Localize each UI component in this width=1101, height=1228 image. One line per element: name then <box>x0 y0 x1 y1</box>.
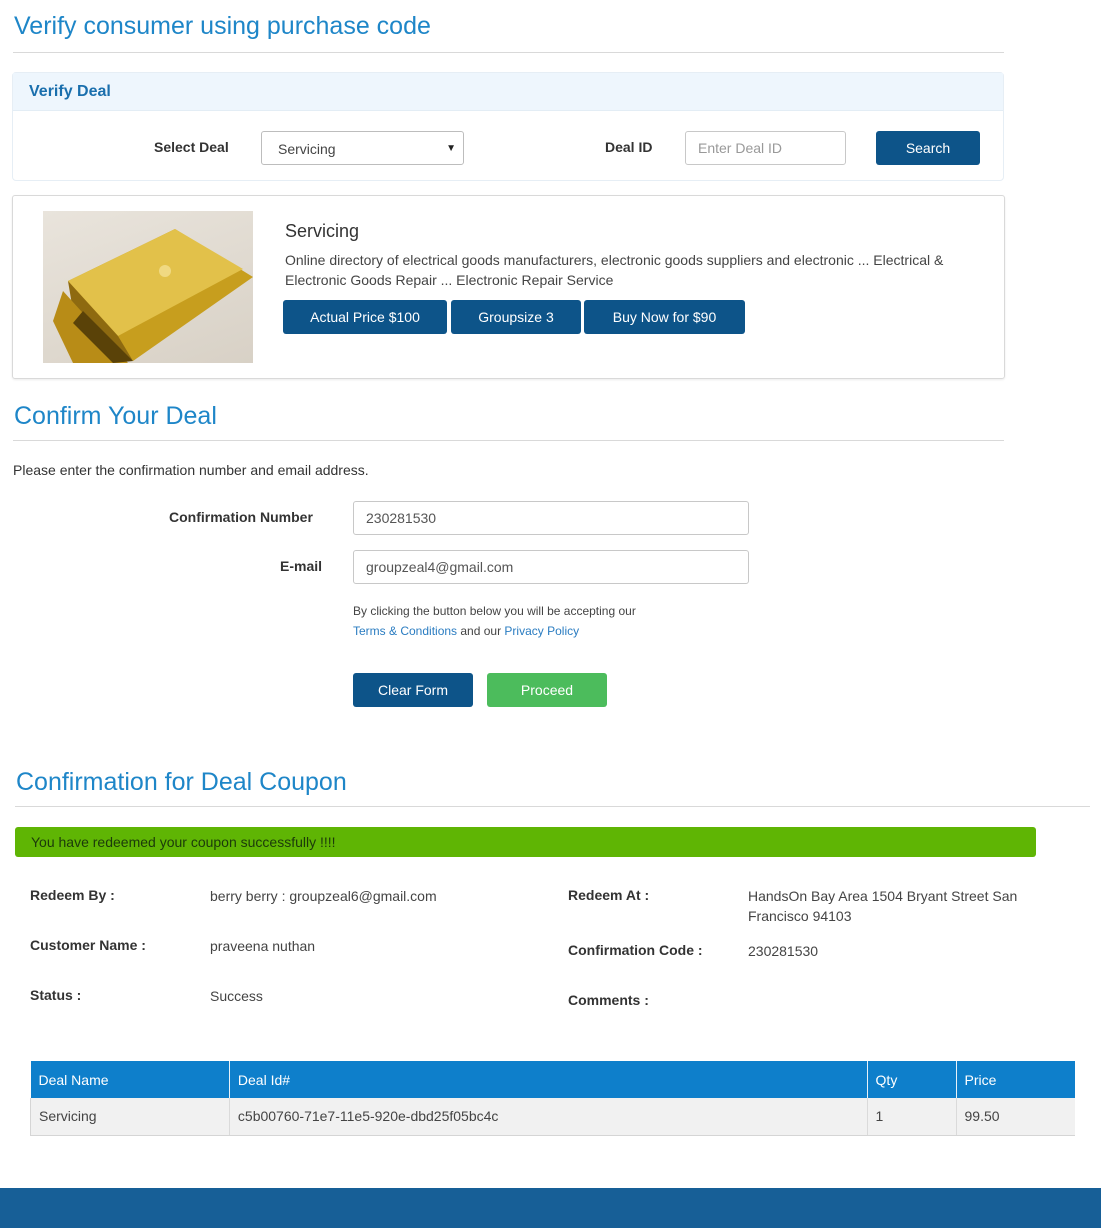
table-header-row: Deal Name Deal Id# Qty Price <box>30 1061 1075 1098</box>
success-alert: You have redeemed your coupon successful… <box>15 827 1036 857</box>
customer-name-value: praveena nuthan <box>210 938 316 954</box>
actual-price-button[interactable]: Actual Price $100 <box>283 300 447 334</box>
confirm-title: Confirm Your Deal <box>14 402 217 430</box>
comments-label: Comments : <box>568 992 649 1008</box>
redeem-at-label: Redeem At : <box>568 887 650 903</box>
cell-deal-id: c5b00760-71e7-11e5-920e-dbd25f05bc4c <box>229 1098 868 1136</box>
deal-id-input[interactable] <box>685 131 846 165</box>
confirmation-number-label: Confirmation Number <box>169 509 313 525</box>
redeem-by-value: berry berry : groupzeal6@gmail.com <box>210 888 437 904</box>
page-title: Verify consumer using purchase code <box>14 12 431 40</box>
deal-id-label: Deal ID <box>605 139 653 155</box>
redeem-at-value: HandsOn Bay Area 1504 Bryant Street San … <box>748 888 1018 924</box>
col-qty: Qty <box>867 1061 957 1098</box>
col-deal-id: Deal Id# <box>229 1061 868 1098</box>
email-label: E-mail <box>280 558 323 574</box>
status-value: Success <box>210 988 263 1004</box>
cell-qty: 1 <box>867 1098 957 1136</box>
verify-deal-panel: Verify Deal <box>12 72 1004 181</box>
confirm-instructions: Please enter the confirmation number and… <box>13 462 369 478</box>
cell-deal-name: Servicing <box>30 1098 230 1136</box>
deal-table: Deal Name Deal Id# Qty Price Servicing c… <box>30 1061 1075 1136</box>
deal-card: Servicing Online directory of electrical… <box>12 195 1005 379</box>
select-deal-dropdown[interactable]: Servicing ▼ <box>261 131 464 165</box>
footer-bar <box>0 1188 1101 1228</box>
coupon-title: Confirmation for Deal Coupon <box>16 768 347 796</box>
deal-description: Online directory of electrical goods man… <box>285 252 944 288</box>
table-row: Servicing c5b00760-71e7-11e5-920e-dbd25f… <box>30 1098 1075 1136</box>
caret-down-icon: ▼ <box>446 143 456 154</box>
confirmation-code-value: 230281530 <box>748 943 819 959</box>
deal-image <box>43 211 253 363</box>
select-deal-label: Select Deal <box>154 139 229 155</box>
terms-and-text: and our <box>457 624 505 638</box>
verify-deal-heading: Verify Deal <box>13 73 1003 111</box>
col-price: Price <box>956 1061 1075 1098</box>
groupsize-button[interactable]: Groupsize 3 <box>451 300 581 334</box>
col-deal-name: Deal Name <box>30 1061 230 1098</box>
deal-name: Servicing <box>285 221 360 241</box>
terms-prefix: By clicking the button below you will be… <box>353 604 636 618</box>
select-deal-value: Servicing <box>278 141 336 157</box>
terms-notice: By clicking the button below you will be… <box>353 601 636 641</box>
terms-link[interactable]: Terms & Conditions <box>353 624 457 638</box>
email-input[interactable] <box>353 550 749 584</box>
status-label: Status : <box>30 987 82 1003</box>
redeem-by-label: Redeem By : <box>30 887 115 903</box>
privacy-link[interactable]: Privacy Policy <box>504 624 579 638</box>
cell-price: 99.50 <box>956 1098 1075 1136</box>
proceed-button[interactable]: Proceed <box>487 673 607 707</box>
clear-form-button[interactable]: Clear Form <box>353 673 473 707</box>
confirm-divider <box>13 440 1004 441</box>
confirmation-number-input[interactable] <box>353 501 749 535</box>
customer-name-label: Customer Name : <box>30 937 146 953</box>
confirmation-code-label: Confirmation Code : <box>568 942 703 958</box>
title-divider <box>13 52 1004 53</box>
coupon-divider <box>15 806 1090 807</box>
buy-now-button[interactable]: Buy Now for $90 <box>584 300 745 334</box>
search-button[interactable]: Search <box>876 131 980 165</box>
